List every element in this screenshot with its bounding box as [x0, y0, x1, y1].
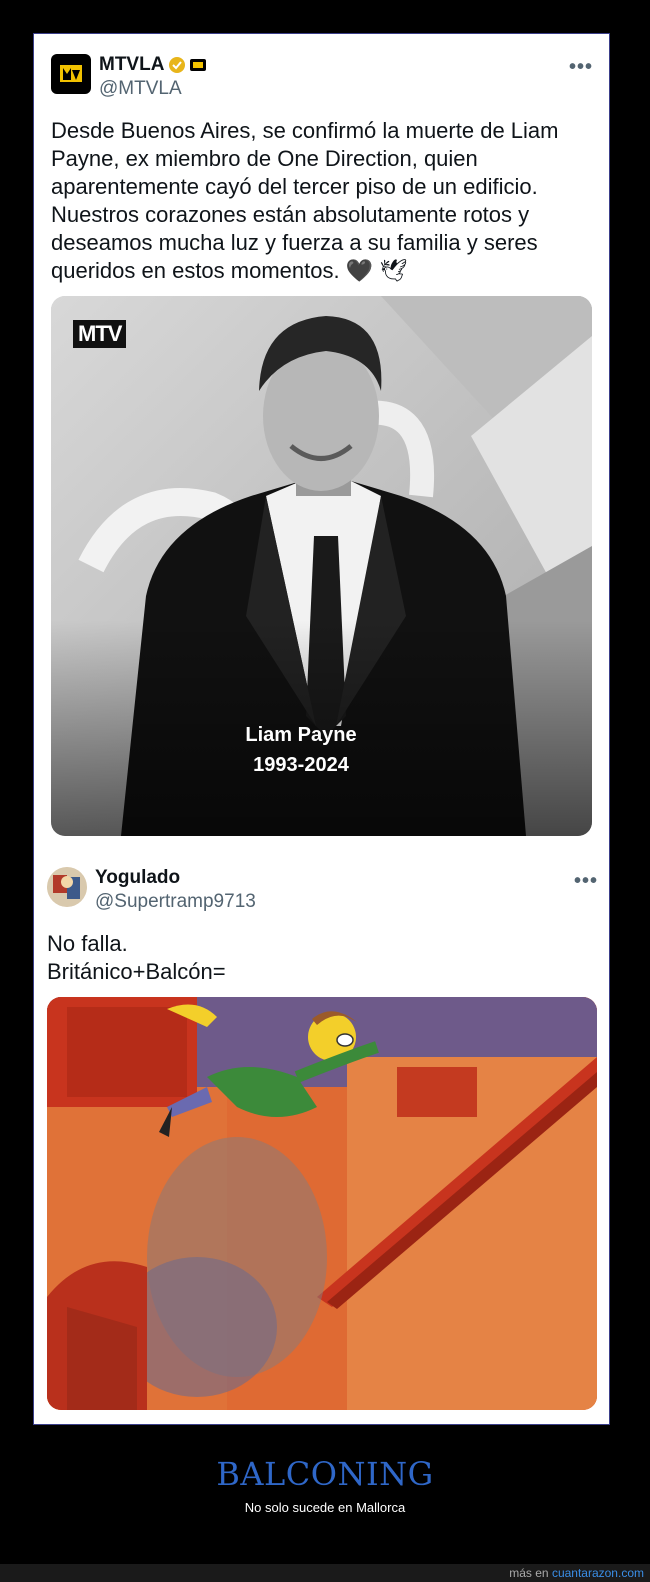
tweet-image[interactable]: MTV Liam Payne 1993-2024 [51, 296, 592, 836]
credit-link[interactable]: cuantarazon.com [552, 1566, 644, 1580]
media-caption-name: Liam Payne [245, 724, 357, 746]
avatar[interactable] [51, 54, 91, 94]
avatar[interactable] [47, 867, 87, 907]
display-name[interactable]: MTVLA [99, 54, 164, 76]
display-name[interactable]: Yogulado [95, 867, 180, 889]
media-caption-years: 1993-2024 [253, 754, 349, 776]
tweet-header: MTVLA @MTVLA [51, 54, 207, 100]
tweet-text: No falla. Británico+Balcón= [47, 931, 226, 984]
more-options-icon[interactable]: ••• [569, 56, 593, 79]
tweet-text: Desde Buenos Aires, se confirmó la muert… [51, 118, 559, 283]
more-options-icon[interactable]: ••• [574, 870, 598, 893]
tweet-header: Yogulado @Supertramp9713 [47, 867, 256, 913]
handle[interactable]: @Supertramp9713 [95, 891, 256, 913]
user-avatar-icon [47, 867, 87, 907]
tweet-image[interactable] [47, 997, 597, 1410]
post-card: MTVLA @MTVLA ••• Desde Buenos Aires, se … [33, 33, 610, 1425]
handle[interactable]: @MTVLA [99, 78, 206, 100]
page-subtitle: No solo sucede en Mallorca [244, 1500, 406, 1515]
affiliate-badge-icon [190, 58, 207, 71]
credit-prefix: más en [509, 1566, 549, 1580]
page-title: BALCONING [216, 1455, 434, 1493]
verified-badge-icon [169, 56, 186, 73]
mtv-logo-icon [60, 65, 82, 82]
cartoon-illustration [47, 997, 597, 1410]
credit-bar: más en cuantarazon.com [0, 1564, 650, 1582]
media-logo: MTV [73, 320, 127, 348]
